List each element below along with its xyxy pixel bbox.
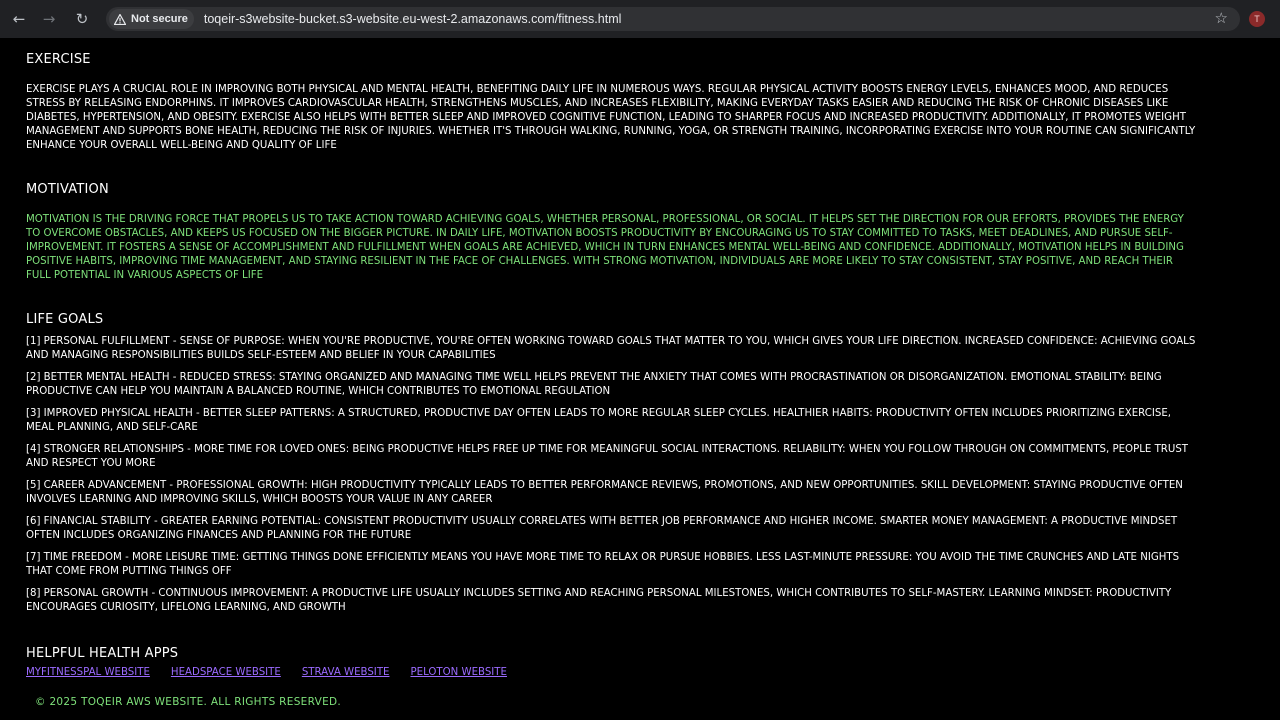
reload-icon[interactable]: ↻: [71, 8, 93, 30]
motivation-paragraph: MOTIVATION IS THE DRIVING FORCE THAT PRO…: [26, 214, 1184, 281]
security-chip[interactable]: Not secure: [109, 9, 194, 29]
life-goal-item: [3] IMPROVED PHYSICAL HEALTH - BETTER SL…: [26, 408, 1171, 433]
address-bar[interactable]: Not secure toqeir-s3website-bucket.s3-we…: [106, 7, 1240, 31]
life-goal-item: [2] BETTER MENTAL HEALTH - REDUCED STRES…: [26, 372, 1162, 397]
forward-arrow-icon[interactable]: →: [38, 8, 60, 30]
motivation-heading: MOTIVATION: [26, 182, 109, 197]
url-text[interactable]: toqeir-s3website-bucket.s3-website.eu-we…: [204, 12, 622, 26]
life-goal-item: [7] TIME FREEDOM - MORE LEISURE TIME: GE…: [26, 552, 1180, 577]
life-goals-list: [1] PERSONAL FULFILLMENT - SENSE OF PURP…: [26, 335, 1198, 623]
bookmark-star-icon[interactable]: ☆: [1215, 9, 1228, 27]
life-goal-item: [8] PERSONAL GROWTH - CONTINUOUS IMPROVE…: [26, 588, 1172, 613]
security-label: Not secure: [131, 13, 188, 25]
peloton-link[interactable]: PELOTON WEBSITE: [410, 667, 506, 678]
back-arrow-icon[interactable]: ←: [8, 8, 30, 30]
life-goals-heading: LIFE GOALS: [26, 312, 104, 327]
health-apps-heading: HELPFUL HEALTH APPS: [26, 646, 179, 661]
footer-copyright: © 2025 TOQEIR AWS WEBSITE. ALL RIGHTS RE…: [35, 696, 342, 708]
myfitnesspal-link[interactable]: MYFITNESSPAL WEBSITE: [26, 667, 150, 678]
life-goal-item: [1] PERSONAL FULFILLMENT - SENSE OF PURP…: [26, 336, 1196, 361]
life-goal-item: [4] STRONGER RELATIONSHIPS - MORE TIME F…: [26, 444, 1189, 469]
exercise-paragraph: EXERCISE PLAYS A CRUCIAL ROLE IN IMPROVI…: [26, 84, 1196, 151]
strava-link[interactable]: STRAVA WEBSITE: [302, 667, 390, 678]
exercise-heading: EXERCISE: [26, 52, 91, 67]
browser-toolbar: ← → ↻ Not secure toqeir-s3website-bucket…: [0, 0, 1280, 38]
health-apps-links: MYFITNESSPAL WEBSITE HEADSPACE WEBSITE S…: [26, 667, 528, 678]
headspace-link[interactable]: HEADSPACE WEBSITE: [171, 667, 281, 678]
warning-icon: [114, 13, 126, 25]
profile-avatar[interactable]: T: [1249, 11, 1265, 27]
life-goal-item: [6] FINANCIAL STABILITY - GREATER EARNIN…: [26, 516, 1178, 541]
life-goal-item: [5] CAREER ADVANCEMENT - PROFESSIONAL GR…: [26, 480, 1183, 505]
